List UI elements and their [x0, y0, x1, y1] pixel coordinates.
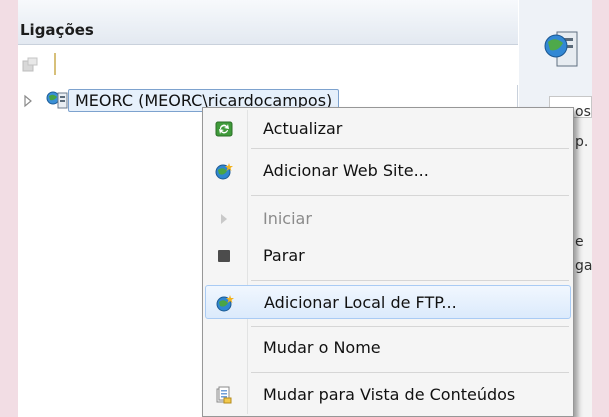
menu-item-label: Parar [263, 246, 305, 265]
server-icon [46, 91, 68, 109]
content-view-icon [216, 386, 232, 404]
stop-icon [218, 250, 230, 262]
background-margin-right [592, 0, 609, 417]
server-large-icon [544, 31, 578, 67]
menu-item-add-ftp-site[interactable]: Adicionar Local de FTP... [205, 285, 571, 319]
expand-arrow-icon[interactable] [22, 94, 34, 108]
connections-header: Ligações [18, 0, 518, 45]
text-fragment: e [575, 234, 584, 250]
text-fragment: os [575, 104, 591, 120]
menu-item-add-website[interactable]: Adicionar Web Site... [205, 154, 571, 188]
toolbar-separator [54, 53, 56, 75]
globe-add-icon [215, 163, 233, 180]
menu-item-label: Iniciar [263, 209, 312, 228]
menu-item-refresh[interactable]: Actualizar [205, 112, 571, 146]
menu-separator [251, 195, 569, 196]
menu-item-content-view[interactable]: Mudar para Vista de Conteúdos [205, 378, 571, 412]
menu-item-label: Adicionar Local de FTP... [264, 293, 457, 312]
create-connection-icon[interactable] [21, 56, 39, 74]
text-fragment: ga [575, 258, 593, 274]
menu-separator [251, 148, 569, 149]
globe-add-icon [216, 295, 234, 312]
menu-item-stop[interactable]: Parar [205, 239, 571, 273]
menu-item-rename[interactable]: Mudar o Nome [205, 331, 571, 365]
play-icon [221, 214, 227, 224]
connections-title: Ligações [20, 21, 94, 39]
connections-toolbar [18, 45, 518, 85]
menu-separator [251, 280, 569, 281]
background-margin-left [0, 0, 18, 417]
menu-item-label: Mudar para Vista de Conteúdos [263, 385, 516, 404]
menu-separator [251, 372, 569, 373]
menu-item-start[interactable]: Iniciar [205, 202, 571, 236]
menu-item-label: Adicionar Web Site... [263, 161, 429, 180]
refresh-icon [215, 121, 233, 137]
menu-separator [251, 326, 569, 327]
menu-item-label: Actualizar [263, 119, 343, 138]
actions-header [519, 0, 592, 110]
menu-item-label: Mudar o Nome [263, 338, 381, 357]
text-fragment: p. [575, 134, 589, 150]
context-menu: Actualizar Adicionar Web Site... Iniciar… [202, 107, 574, 417]
